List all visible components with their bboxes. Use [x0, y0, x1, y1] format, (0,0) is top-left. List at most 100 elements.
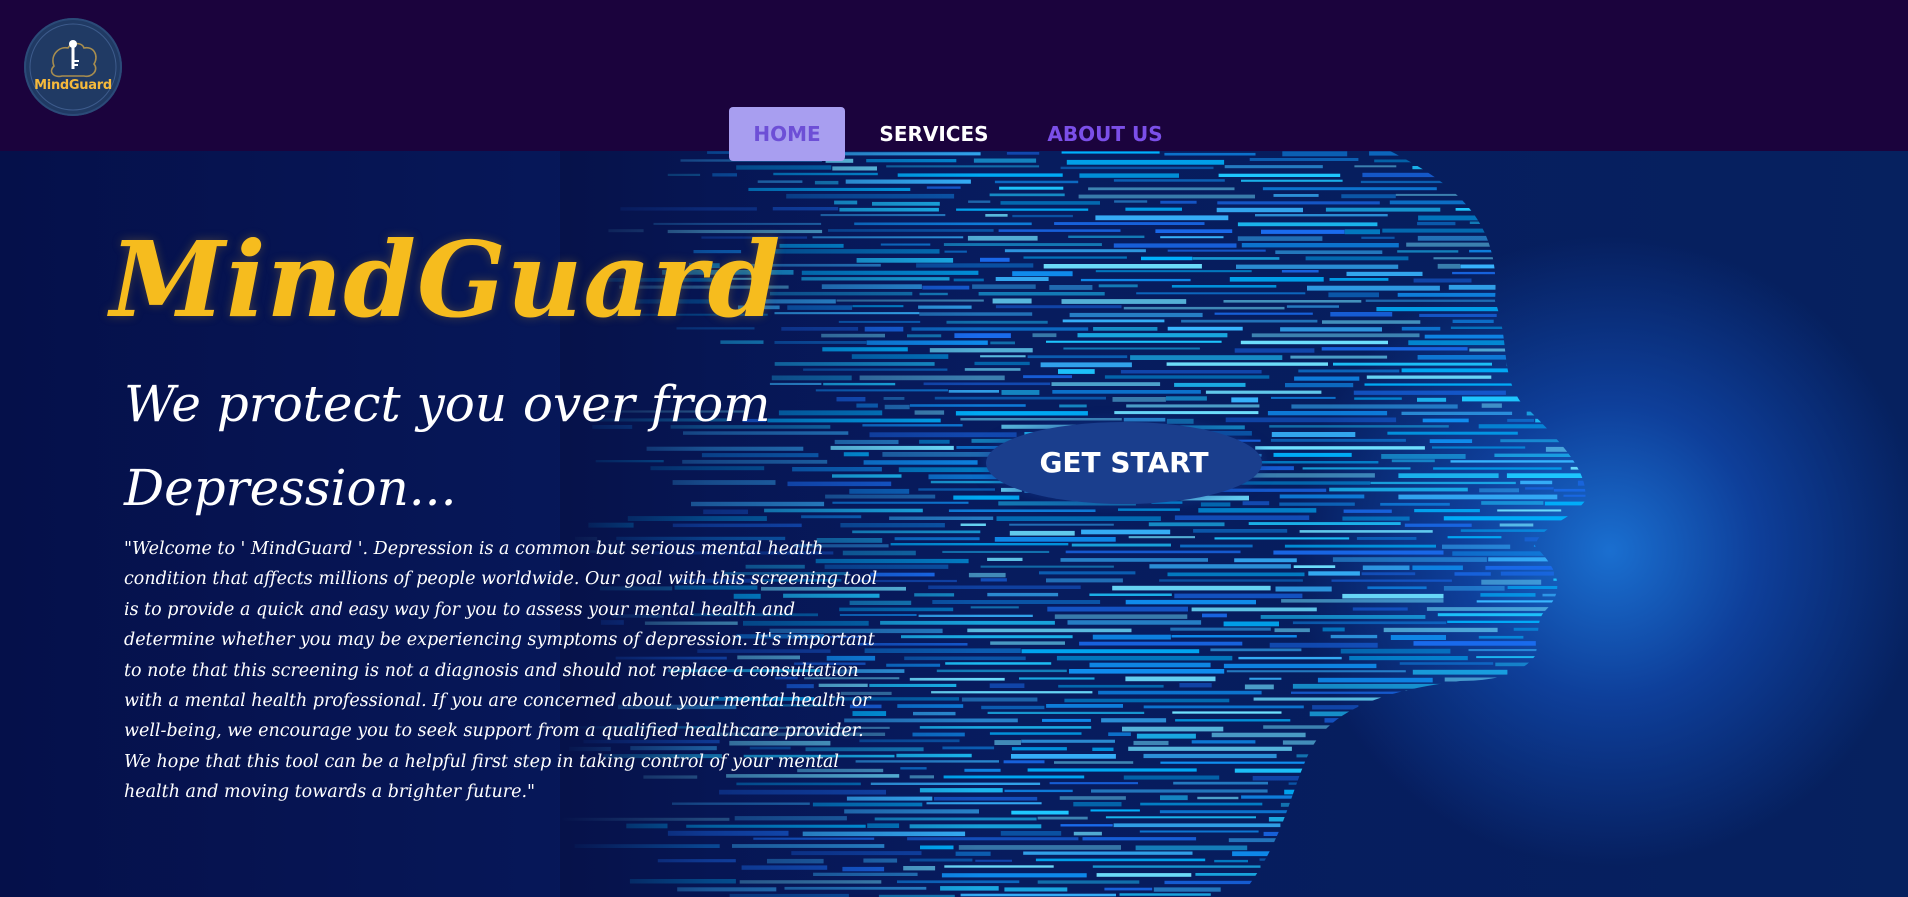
light-streak: [1596, 650, 1632, 655]
hero-title: MindGuard: [110, 218, 782, 341]
light-streak: [1234, 558, 1297, 563]
light-streak: [1560, 571, 1586, 574]
light-streak: [1536, 228, 1586, 231]
light-streak: [1510, 312, 1549, 315]
nav-about-us[interactable]: ABOUT US: [1038, 107, 1172, 161]
light-streak: [980, 355, 1026, 358]
light-streak: [1590, 544, 1701, 547]
light-streak: [1238, 656, 1342, 660]
light-streak: [1269, 642, 1378, 648]
light-streak: [1449, 886, 1550, 889]
light-streak: [1195, 873, 1363, 876]
light-streak: [1468, 649, 1586, 652]
light-streak: [1286, 305, 1339, 308]
light-streak: [1248, 522, 1401, 525]
light-streak: [1330, 312, 1393, 317]
light-streak: [1136, 292, 1306, 295]
light-streak: [1502, 277, 1586, 281]
light-streak: [1413, 278, 1472, 283]
light-streak: [1174, 593, 1303, 599]
light-streak: [1342, 593, 1444, 599]
light-streak: [1560, 236, 1586, 241]
light-streak: [1284, 845, 1380, 851]
light-streak: [1149, 564, 1291, 569]
light-streak: [1271, 396, 1336, 399]
get-start-button[interactable]: GET START: [986, 422, 1262, 504]
light-streak: [974, 361, 1030, 366]
light-streak: [1171, 635, 1297, 638]
light-streak: [1133, 740, 1169, 746]
light-streak: [1582, 263, 1586, 266]
light-streak: [1113, 179, 1225, 182]
light-streak: [1112, 585, 1271, 591]
light-streak: [1160, 761, 1312, 764]
light-streak: [1273, 452, 1352, 457]
light-streak: [1064, 698, 1230, 703]
light-streak: [1223, 663, 1377, 669]
light-streak: [1473, 767, 1553, 771]
light-streak: [1284, 544, 1436, 548]
nav-home[interactable]: HOME: [729, 107, 845, 161]
light-streak: [1447, 620, 1586, 623]
light-streak: [1073, 802, 1122, 807]
light-streak: [1060, 824, 1113, 827]
light-streak: [1542, 593, 1586, 597]
light-streak: [1439, 879, 1524, 885]
light-streak: [1569, 347, 1586, 352]
light-streak: [1360, 740, 1478, 743]
light-streak: [1513, 627, 1558, 631]
light-streak: [1429, 712, 1493, 717]
light-streak: [1105, 816, 1256, 819]
light-streak: [1249, 677, 1282, 680]
light-streak: [1259, 858, 1423, 861]
light-streak: [1444, 677, 1517, 682]
light-streak: [1078, 194, 1255, 199]
intro-paragraph: "Welcome to ' MindGuard '. Depression is…: [124, 539, 878, 803]
light-streak: [1436, 720, 1488, 723]
light-streak: [1160, 236, 1224, 239]
light-streak: [1484, 838, 1586, 843]
hero-section: MindGuard We protect you over from Depre…: [0, 151, 1908, 897]
light-streak: [1089, 662, 1211, 668]
light-streak: [1296, 754, 1350, 758]
mindguard-logo[interactable]: MindGuard: [24, 18, 122, 116]
light-streak: [1173, 781, 1268, 785]
light-streak: [1384, 845, 1551, 849]
light-streak: [1009, 523, 1114, 526]
light-streak: [1294, 376, 1360, 381]
light-streak: [1481, 579, 1542, 585]
light-streak: [1354, 823, 1427, 828]
light-streak: [1399, 662, 1494, 665]
light-streak: [1058, 684, 1164, 688]
light-streak: [1353, 390, 1506, 395]
light-streak: [1377, 732, 1430, 736]
light-streak: [1060, 166, 1214, 170]
light-streak: [987, 711, 1145, 714]
light-streak: [989, 683, 1025, 688]
light-streak: [1329, 278, 1389, 281]
light-streak: [1012, 214, 1073, 218]
nav-services[interactable]: SERVICES: [876, 107, 992, 161]
light-streak: [1344, 229, 1380, 235]
light-streak: [1059, 404, 1087, 408]
light-streak: [1405, 690, 1463, 693]
light-streak: [1279, 502, 1355, 506]
light-streak: [1288, 782, 1371, 785]
light-streak: [1193, 529, 1288, 533]
light-streak: [1114, 411, 1259, 415]
light-streak: [1281, 599, 1444, 603]
light-streak: [1476, 656, 1586, 659]
light-streak: [1004, 887, 1068, 892]
light-streak: [960, 418, 1122, 421]
light-streak: [1046, 340, 1222, 343]
light-streak: [1433, 467, 1562, 470]
light-streak: [1427, 795, 1544, 799]
light-streak: [1365, 299, 1498, 302]
light-streak: [1214, 488, 1327, 492]
light-streak: [1598, 775, 1765, 778]
light-streak: [1081, 529, 1171, 535]
light-streak: [1564, 844, 1586, 848]
light-streak: [1383, 873, 1480, 877]
light-streak: [1174, 515, 1310, 520]
light-streak: [1545, 733, 1586, 737]
